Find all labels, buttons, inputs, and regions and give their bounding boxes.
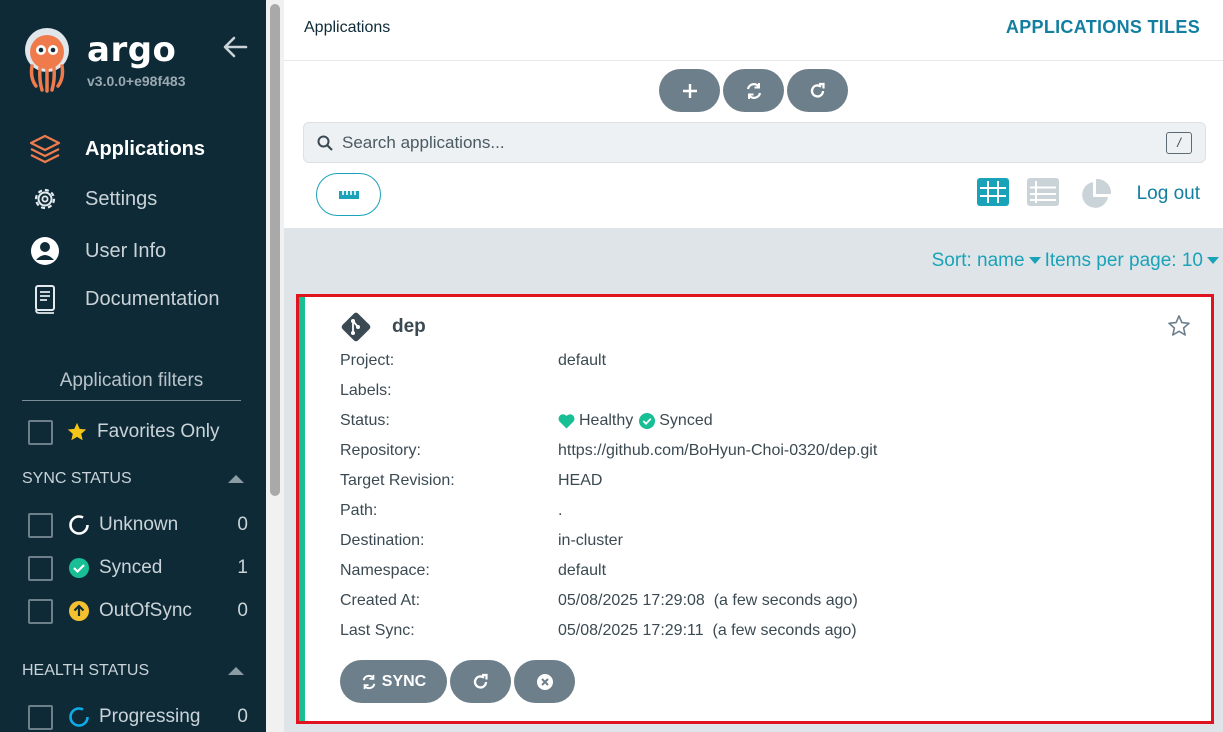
breadcrumb[interactable]: Applications — [304, 19, 390, 37]
filter-count: 0 — [237, 600, 248, 621]
gear-icon — [28, 182, 62, 216]
outofsync-checkbox[interactable] — [28, 598, 53, 624]
circle-notch-icon — [68, 514, 90, 536]
nav-label: User Info — [85, 239, 167, 262]
nav-settings[interactable]: Settings — [28, 181, 157, 217]
apps-content: Sort: name Items per page: 10 dep Project… — [284, 228, 1223, 732]
sort-controls: Sort: name Items per page: 10 — [932, 250, 1223, 272]
sync-apps-button[interactable] — [723, 69, 784, 112]
arrow-up-circle-icon — [68, 600, 90, 622]
pie-chart-icon[interactable] — [1079, 179, 1111, 211]
nav-label: Applications — [85, 137, 206, 160]
layers-icon — [28, 132, 62, 166]
progressing-checkbox[interactable] — [28, 704, 53, 730]
filter-count: 0 — [237, 514, 248, 535]
spinner-icon — [68, 706, 90, 728]
health-status-title: HEALTH STATUS — [22, 662, 150, 679]
search-icon — [317, 135, 333, 151]
sort-dropdown[interactable]: Sort: name — [932, 250, 1025, 271]
nav-label: Settings — [85, 187, 158, 210]
nav-user-info[interactable]: User Info — [28, 233, 166, 269]
search-bar[interactable]: / — [303, 122, 1206, 163]
favorites-label: Favorites Only — [97, 421, 220, 442]
toolbar — [659, 69, 848, 112]
brand-name: argo — [87, 30, 177, 70]
star-icon — [66, 421, 88, 443]
caret-up-icon[interactable] — [228, 475, 244, 483]
filter-label: Progressing — [99, 706, 201, 727]
search-input[interactable] — [342, 129, 1142, 157]
book-icon — [28, 282, 62, 316]
tiles-view-icon[interactable] — [977, 178, 1009, 206]
filter-label: Unknown — [99, 514, 179, 535]
page-title: APPLICATIONS TILES — [1005, 17, 1200, 37]
nav-documentation[interactable]: Documentation — [28, 281, 220, 317]
filters-toggle-button[interactable] — [316, 173, 381, 216]
synced-checkbox[interactable] — [28, 555, 53, 581]
collapse-arrow-icon[interactable] — [222, 34, 248, 60]
filter-count: 1 — [237, 557, 248, 578]
plus-icon — [682, 83, 697, 98]
filter-synced[interactable]: Synced 1 — [28, 553, 248, 583]
user-circle-icon — [28, 234, 62, 268]
sidebar-scrollbar[interactable] — [266, 0, 284, 732]
unknown-checkbox[interactable] — [28, 512, 53, 538]
filter-unknown[interactable]: Unknown 0 — [28, 510, 248, 540]
filters-title: Application filters — [22, 370, 241, 401]
nav-applications[interactable]: Applications — [28, 131, 205, 167]
refresh-icon — [810, 82, 825, 98]
top-bar: Applications APPLICATIONS TILES — [284, 0, 1223, 61]
refresh-apps-button[interactable] — [787, 69, 848, 112]
sync-icon — [746, 82, 761, 99]
favorites-filter[interactable]: Favorites Only — [28, 417, 248, 447]
filter-outofsync[interactable]: OutOfSync 0 — [28, 596, 248, 626]
logout-link[interactable]: Log out — [1137, 183, 1200, 205]
items-per-page-dropdown[interactable]: Items per page: 10 — [1045, 250, 1203, 271]
sync-status-header[interactable]: SYNC STATUS — [22, 470, 244, 488]
list-view-icon[interactable] — [1027, 178, 1059, 206]
filter-label: OutOfSync — [99, 600, 192, 621]
nav-label: Documentation — [85, 287, 220, 310]
argo-logo-icon — [25, 28, 69, 93]
filter-progressing[interactable]: Progressing 0 — [28, 702, 248, 732]
highlight-box — [296, 294, 1214, 724]
ruler-icon — [338, 190, 359, 199]
shortcut-hint: / — [1166, 132, 1192, 154]
main-panel: Applications APPLICATIONS TILES / Log ou… — [284, 0, 1223, 732]
health-status-header[interactable]: HEALTH STATUS — [22, 662, 244, 680]
filter-count: 0 — [237, 706, 248, 727]
caret-up-icon[interactable] — [228, 667, 244, 675]
caret-down-icon[interactable] — [1207, 257, 1219, 265]
sync-status-title: SYNC STATUS — [22, 470, 132, 487]
scrollbar-thumb[interactable] — [270, 4, 280, 496]
favorites-checkbox[interactable] — [28, 419, 53, 445]
check-circle-icon — [68, 557, 90, 579]
new-app-button[interactable] — [659, 69, 720, 112]
sidebar: argo v3.0.0+e98f483 Applications Setting… — [0, 0, 266, 732]
version-label: v3.0.0+e98f483 — [87, 73, 186, 89]
caret-down-icon[interactable] — [1028, 257, 1041, 265]
filter-label: Synced — [99, 557, 163, 578]
